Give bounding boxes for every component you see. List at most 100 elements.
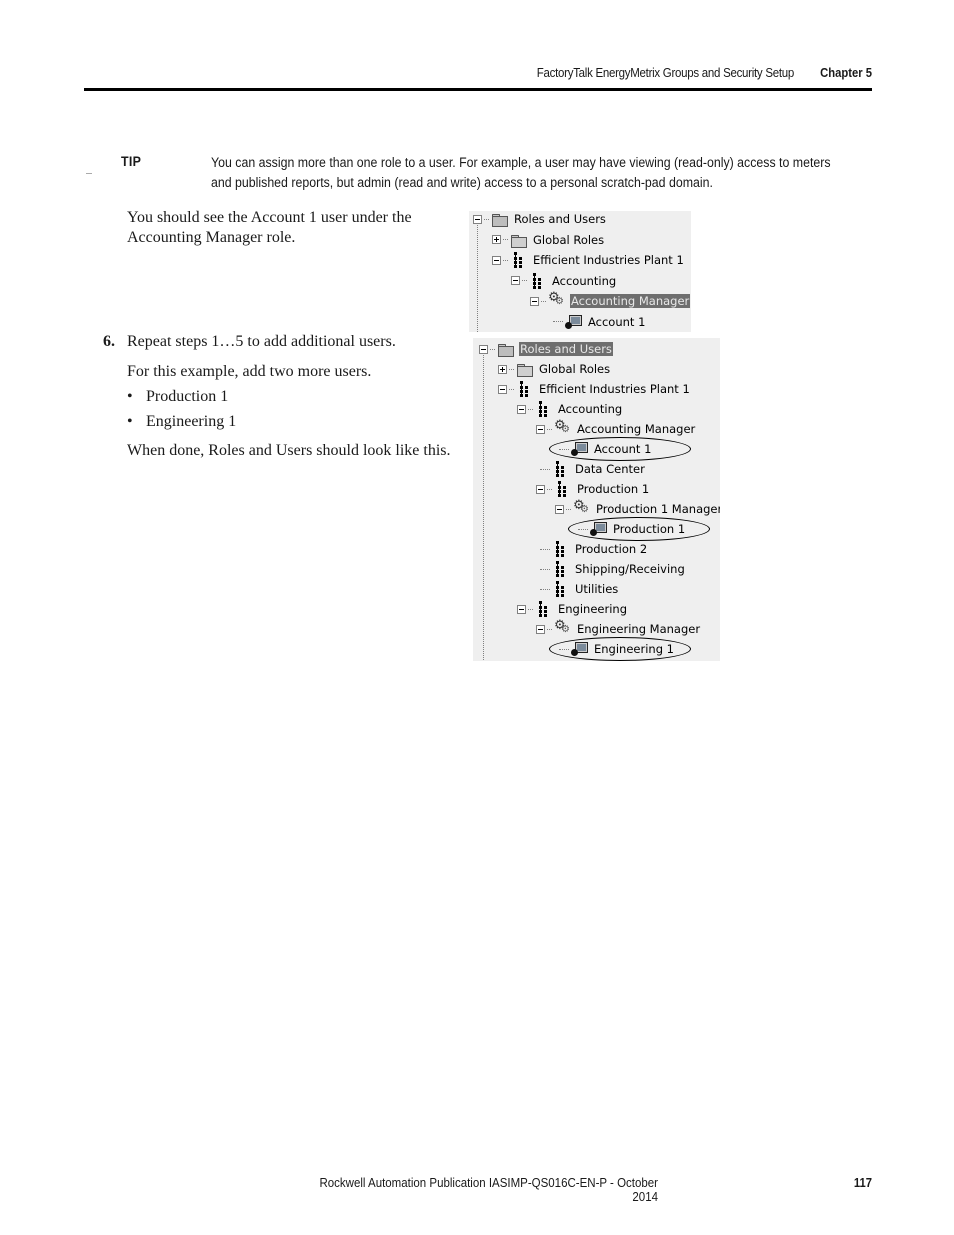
user-icon <box>571 641 589 657</box>
tree-node[interactable]: Accounting <box>517 399 623 419</box>
step-number: 6. <box>103 333 115 350</box>
tree-node[interactable]: Roles and Users <box>473 211 607 229</box>
folder-open-icon <box>491 211 509 227</box>
tree-connector <box>522 280 527 281</box>
collapse-toggle-icon[interactable] <box>498 384 507 394</box>
bullet-text: Production 1 <box>146 388 229 405</box>
header-rule <box>84 88 872 91</box>
tree-node[interactable]: Production 2 <box>536 539 648 559</box>
tree-node[interactable]: Accounting <box>511 271 617 291</box>
tree-node[interactable]: Roles and Users <box>479 339 613 359</box>
tree-node[interactable]: Engineering Manager <box>536 618 701 639</box>
collapse-toggle-icon[interactable] <box>511 276 520 285</box>
folder-icon <box>510 232 528 248</box>
collapse-toggle-icon[interactable] <box>555 504 564 514</box>
folder-open-icon <box>497 341 515 357</box>
tree-node[interactable]: Production 1 <box>536 479 650 499</box>
tree-node[interactable]: Efficient Industries Plant 1 <box>492 250 685 270</box>
tree-connector <box>559 448 569 450</box>
running-header-chapter: Chapter 5 <box>820 66 872 80</box>
tree-node-label[interactable]: Efficient Industries Plant 1 <box>538 382 691 396</box>
tree-connector <box>509 368 514 370</box>
hierarchy-group-icon <box>552 561 570 577</box>
tree-connector <box>503 259 508 261</box>
tip-text: You can assign more than one role to a u… <box>211 155 831 190</box>
tree-node-label[interactable]: Production 2 <box>574 542 648 556</box>
tree-node[interactable]: Accounting Manager <box>530 290 691 311</box>
tree-node-label[interactable]: Account 1 <box>593 442 652 456</box>
role-gears-icon <box>573 498 591 517</box>
bullet-item: • Production 1 <box>127 387 228 407</box>
tree-connector <box>540 468 550 470</box>
tree-node-label[interactable]: Accounting Manager <box>576 422 696 436</box>
tree-node[interactable]: Production 1 Manager <box>555 498 720 519</box>
hierarchy-group-icon <box>554 481 572 497</box>
collapse-toggle-icon[interactable] <box>536 624 545 634</box>
role-gears-icon <box>554 618 572 637</box>
bullet-text: Engineering 1 <box>146 413 237 430</box>
tree-node-label[interactable]: Global Roles <box>538 362 611 376</box>
tree-node-label[interactable]: Accounting <box>557 402 623 416</box>
expand-toggle-icon[interactable] <box>498 364 507 374</box>
collapse-toggle-icon[interactable] <box>536 424 545 434</box>
tree-connector <box>547 488 552 490</box>
tree-node-label[interactable]: Accounting <box>551 274 617 288</box>
tree-node[interactable]: Accounting Manager <box>536 418 696 439</box>
intro-paragraph: You should see the Account 1 user under … <box>127 209 412 246</box>
tree-node[interactable]: Utilities <box>536 579 619 599</box>
tree-node-label[interactable]: Efficient Industries Plant 1 <box>532 253 685 267</box>
tree-node-label[interactable]: Engineering Manager <box>576 622 701 636</box>
expand-toggle-icon[interactable] <box>492 235 501 244</box>
tree-node[interactable]: Production 1 <box>574 519 686 539</box>
example-paragraph: For this example, add two more users. <box>127 363 372 380</box>
tree-connector <box>490 348 495 350</box>
tree-node-label[interactable]: Data Center <box>574 462 646 476</box>
tree-node[interactable]: Account 1 <box>549 312 646 332</box>
collapse-toggle-icon[interactable] <box>530 296 539 306</box>
tip-label: TIP <box>121 154 142 169</box>
tree-node-label[interactable]: Production 1 <box>576 482 650 496</box>
tree-node-label[interactable]: Utilities <box>574 582 619 596</box>
tree-guide-line <box>483 355 484 661</box>
tree-node-label[interactable]: Roles and Users <box>513 212 607 226</box>
tree-node-label[interactable]: Roles and Users <box>519 342 613 356</box>
tree-connector <box>547 428 552 430</box>
role-gears-icon <box>548 290 566 309</box>
folder-icon <box>516 361 534 377</box>
tree-node-label[interactable]: Account 1 <box>587 315 646 329</box>
tree-node[interactable]: Engineering <box>517 599 628 619</box>
collapse-toggle-icon[interactable] <box>517 404 526 414</box>
user-icon <box>590 521 608 537</box>
collapse-toggle-icon[interactable] <box>492 255 501 265</box>
tree-node-label[interactable]: Production 1 <box>612 522 686 536</box>
tree-node[interactable]: Engineering 1 <box>555 639 675 659</box>
tree-guide-line <box>477 225 478 332</box>
tree-node[interactable]: Global Roles <box>492 230 605 250</box>
tree-node-label[interactable]: Production 1 Manager <box>595 502 720 516</box>
tree-node-label[interactable]: Accounting Manager <box>570 294 691 308</box>
tree-connector <box>540 548 550 550</box>
tree-node[interactable]: Shipping/Receiving <box>536 559 686 579</box>
tree-connector <box>553 321 563 322</box>
tree-node[interactable]: Data Center <box>536 459 646 479</box>
role-gears-icon <box>554 418 572 437</box>
tree-node-label[interactable]: Global Roles <box>532 233 605 247</box>
tree-node[interactable]: Global Roles <box>498 359 611 379</box>
user-icon <box>565 314 583 330</box>
bullet-glyph: • <box>127 413 133 430</box>
tree-node[interactable]: Account 1 <box>555 439 652 459</box>
collapse-toggle-icon[interactable] <box>517 604 526 614</box>
collapse-toggle-icon[interactable] <box>473 214 482 224</box>
hierarchy-group-icon <box>535 401 553 417</box>
tree-node-label[interactable]: Shipping/Receiving <box>574 562 686 576</box>
collapse-toggle-icon[interactable] <box>536 484 545 494</box>
bullet-item: • Engineering 1 <box>127 412 236 432</box>
tree-connector <box>540 568 550 570</box>
tree-connector <box>503 239 508 240</box>
tree-node[interactable]: Efficient Industries Plant 1 <box>498 379 691 399</box>
tree-node-label[interactable]: Engineering 1 <box>593 642 675 656</box>
hierarchy-group-icon <box>552 541 570 557</box>
collapse-toggle-icon[interactable] <box>479 344 488 354</box>
hierarchy-group-icon <box>552 461 570 477</box>
tree-node-label[interactable]: Engineering <box>557 602 628 616</box>
